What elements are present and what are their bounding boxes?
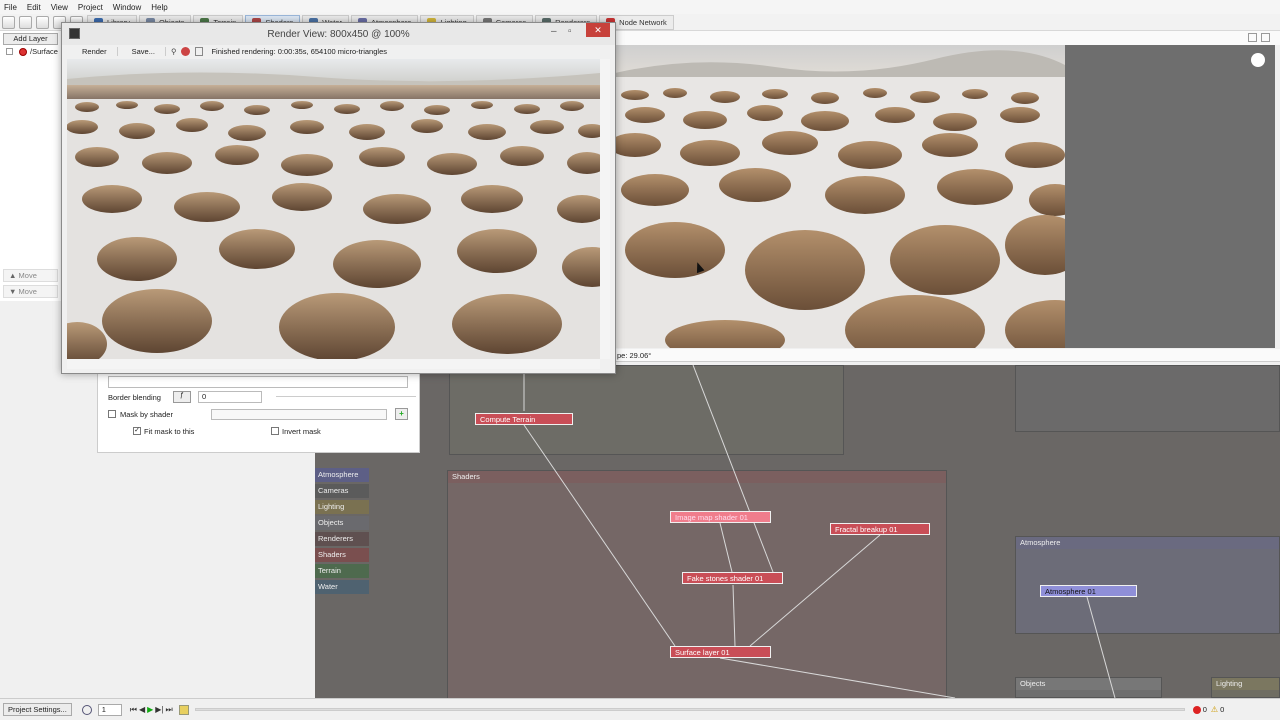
category-water[interactable]: Water: [315, 580, 369, 594]
fake-stones-shader-node[interactable]: Fake stones shader 01: [682, 572, 783, 584]
border-blending-input[interactable]: 0: [198, 391, 262, 403]
menu-project[interactable]: Project: [78, 3, 103, 12]
move-down-label: Move: [18, 287, 37, 296]
move-up-label: Move: [18, 271, 37, 280]
frame-input[interactable]: 1: [97, 703, 122, 716]
mask-by-shader-label: Mask by shader: [120, 410, 173, 419]
error-icon: [1192, 705, 1201, 714]
save-project-icon[interactable]: [36, 15, 49, 29]
function-icon[interactable]: ƒ: [173, 391, 191, 403]
category-terrain[interactable]: Terrain: [315, 564, 369, 578]
app-icon: [69, 28, 80, 39]
arrow-up-icon: ▲: [9, 271, 17, 280]
menu-edit[interactable]: Edit: [27, 3, 41, 12]
border-blending-label: Border blending: [108, 393, 161, 402]
layer-panel: [0, 31, 64, 301]
warning-icon: ⚠: [1210, 705, 1219, 714]
category-lighting[interactable]: Lighting: [315, 500, 369, 514]
layer-tree-item[interactable]: /Surface: [6, 47, 58, 56]
clock-icon: [81, 704, 92, 715]
tab-label: Node Network: [619, 17, 667, 27]
prev-frame-icon[interactable]: ◀: [139, 705, 145, 714]
mask-shader-field[interactable]: [211, 409, 387, 420]
3d-preview-viewport[interactable]: [615, 45, 1065, 348]
mask-by-shader-checkbox[interactable]: [108, 410, 116, 418]
layer-name: /Surface: [30, 47, 58, 56]
render-view-toolbar: Render Save... ⚲ Finished rendering: 0:0…: [62, 45, 615, 58]
border-blending-slider[interactable]: [276, 396, 416, 397]
category-cameras[interactable]: Cameras: [315, 484, 369, 498]
node-category-list: Atmosphere Cameras Lighting Objects Rend…: [315, 468, 369, 596]
category-objects[interactable]: Objects: [315, 516, 369, 530]
menu-view[interactable]: View: [51, 3, 68, 12]
move-down-button[interactable]: ▼ Move: [3, 285, 58, 298]
surface-layer-icon: [19, 47, 27, 56]
fit-mask-label: Fit mask to this: [144, 427, 195, 436]
keyframe-icon[interactable]: [178, 704, 189, 715]
viewport-terrain-image: [615, 45, 1065, 348]
menu-window[interactable]: Window: [113, 3, 141, 12]
save-button[interactable]: Save...: [122, 47, 166, 56]
last-frame-icon[interactable]: ⏭: [166, 705, 173, 715]
fractal-breakup-node[interactable]: Fractal breakup 01: [830, 523, 930, 535]
move-up-button[interactable]: ▲ Move: [3, 269, 58, 282]
mask-field[interactable]: [108, 376, 408, 388]
menu-help[interactable]: Help: [151, 3, 167, 12]
add-layer-button[interactable]: Add Layer: [3, 33, 58, 45]
arrow-down-icon: ▼: [9, 287, 17, 296]
warning-count: 0: [1220, 705, 1225, 714]
maximize-icon[interactable]: [1248, 33, 1257, 42]
color-icon[interactable]: [181, 47, 191, 56]
viewport-header: [615, 31, 1280, 45]
render-view-titlebar[interactable]: Render View: 800x450 @ 100% – ▫ ✕: [62, 23, 615, 45]
project-settings-button[interactable]: Project Settings...: [3, 703, 72, 716]
zoom-icon[interactable]: ⚲: [171, 47, 177, 56]
viewport-side-area: [1065, 45, 1275, 348]
surface-layer-node[interactable]: Surface layer 01: [670, 646, 771, 658]
timeline-bar: Project Settings... 1 ⏮ ◀ ▶ ▶| ⏭ 0 ⚠ 0: [0, 698, 1280, 720]
render-horizontal-scrollbar[interactable]: [67, 359, 600, 369]
category-atmosphere[interactable]: Atmosphere: [315, 468, 369, 482]
render-vertical-scrollbar[interactable]: [600, 59, 610, 359]
category-renderers[interactable]: Renderers: [315, 532, 369, 546]
menu-bar: File Edit View Project Window Help: [0, 0, 1280, 14]
sun-icon[interactable]: [1251, 53, 1265, 67]
render-view-window: Render View: 800x450 @ 100% – ▫ ✕ Render…: [61, 22, 616, 374]
play-icon[interactable]: ▶: [147, 705, 153, 714]
node-connections: [523, 365, 1116, 698]
expand-icon[interactable]: [6, 48, 13, 55]
add-shader-icon[interactable]: +: [395, 408, 408, 420]
error-count: 0: [1202, 705, 1207, 714]
first-frame-icon[interactable]: ⏮: [130, 705, 137, 715]
render-button[interactable]: Render: [72, 47, 118, 56]
close-panel-icon[interactable]: [1261, 33, 1270, 42]
timeline-track[interactable]: [194, 708, 1185, 711]
window-close-button[interactable]: ✕: [586, 23, 610, 37]
viewport-status-bar: pe: 29.06°: [615, 349, 1280, 362]
open-project-icon[interactable]: [19, 15, 32, 29]
next-frame-icon[interactable]: ▶|: [155, 705, 163, 714]
node-network-area[interactable]: Shaders Atmosphere Objects Lighting Comp…: [315, 365, 1280, 698]
invert-mask-label: Invert mask: [282, 427, 321, 436]
atmosphere-node[interactable]: Atmosphere 01: [1040, 585, 1137, 597]
render-image[interactable]: [67, 59, 600, 359]
layer-properties-panel: Border blending ƒ 0 Mask by shader + ✓ F…: [97, 365, 420, 453]
image-map-shader-node[interactable]: Image map shader 01: [670, 511, 771, 523]
info-icon[interactable]: [195, 47, 204, 56]
compute-terrain-node[interactable]: Compute Terrain: [475, 413, 573, 425]
fit-mask-checkbox[interactable]: ✓: [133, 427, 141, 435]
render-view-title: Render View: 800x450 @ 100%: [267, 28, 410, 40]
category-shaders[interactable]: Shaders: [315, 548, 369, 562]
render-status: Finished rendering: 0:00:35s, 654100 mic…: [211, 47, 387, 56]
menu-file[interactable]: File: [4, 3, 17, 12]
new-project-icon[interactable]: [2, 15, 15, 29]
minimize-icon[interactable]: –: [551, 26, 557, 37]
restore-icon[interactable]: ▫: [568, 26, 572, 37]
invert-mask-checkbox[interactable]: [271, 427, 279, 435]
rendered-terrain-image: [67, 59, 600, 359]
